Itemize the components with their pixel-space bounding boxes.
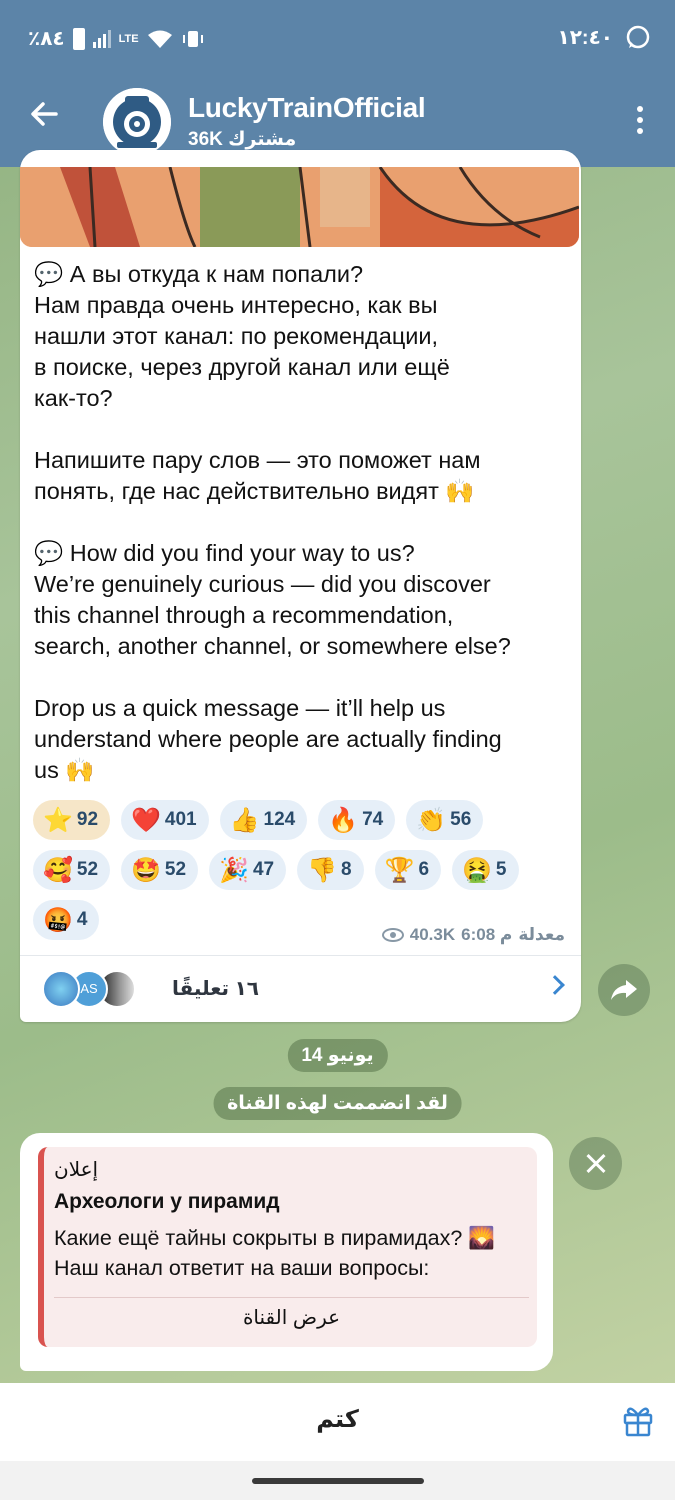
edited-label: معدلة <box>518 925 565 944</box>
date-pill: 14 يونيو <box>287 1039 388 1072</box>
commenter-avatar <box>42 970 80 1008</box>
ad-tag: إعلان <box>54 1159 99 1181</box>
post-text: 💬 А вы откуда к нам попали? Нам правда о… <box>34 259 564 786</box>
mute-button[interactable]: كتم <box>0 1405 675 1434</box>
share-icon <box>611 980 637 1000</box>
reaction-clap[interactable]: 👏 56 <box>406 800 484 840</box>
post-time: 6:08 م <box>461 925 513 944</box>
post-meta: 40.3K 6:08 م معدلة <box>381 925 565 945</box>
channel-avatar[interactable] <box>103 88 171 156</box>
vibrate-icon <box>182 30 203 47</box>
post-paragraph: 💬 How did you find your way to us? We’re… <box>34 540 511 659</box>
joined-notice: لقد انضممت لهذه القناة <box>213 1087 462 1120</box>
status-left: ٪٨٤ LTE <box>28 26 205 51</box>
divider <box>54 1297 529 1298</box>
gift-icon[interactable] <box>622 1403 654 1437</box>
comments-button[interactable]: AS ١٦ تعليقًا <box>42 966 565 1012</box>
battery-text: ٪٨٤ <box>28 28 65 50</box>
wifi-icon <box>147 30 172 48</box>
system-nav-bar <box>0 1461 675 1500</box>
battery-icon <box>72 27 85 50</box>
status-right: ١٢:٤٠ <box>558 24 652 50</box>
post-paragraph: Напишите пару слов — это поможет нам пон… <box>34 447 481 504</box>
close-ad-button[interactable] <box>569 1137 622 1190</box>
reaction-thumbs-up[interactable]: 👍 124 <box>219 800 308 840</box>
divider <box>20 955 581 956</box>
subscriber-count: 36K مشترك <box>188 129 297 150</box>
post-paragraph: 💬 А вы откуда к нам попали? Нам правда о… <box>34 261 450 411</box>
more-menu-icon[interactable] <box>635 106 645 138</box>
clock: ١٢:٤٠ <box>557 26 614 49</box>
reaction-love-face[interactable]: 🥰 52 <box>33 850 111 890</box>
reaction-vomit[interactable]: 🤮 5 <box>452 850 519 890</box>
reaction-angry[interactable]: 🤬 4 <box>33 900 100 940</box>
reaction-party[interactable]: 🎉 47 <box>209 850 287 890</box>
view-channel-button[interactable]: عرض القناة <box>54 1305 529 1330</box>
channel-title[interactable]: LuckyTrainOfficial <box>188 92 426 124</box>
view-count: 40.3K <box>409 925 456 944</box>
network-label: LTE <box>118 32 139 45</box>
share-button[interactable] <box>598 964 650 1016</box>
sponsored-message: إعلان Археологи у пирамид Какие ещё тайн… <box>20 1133 553 1371</box>
reaction-heart[interactable]: ❤️ 401 <box>121 800 209 840</box>
train-logo-icon <box>103 88 171 156</box>
reaction-thumbs-down[interactable]: 👎 8 <box>297 850 364 890</box>
back-arrow-icon[interactable] <box>26 96 62 132</box>
sponsored-card[interactable]: إعلان Археологи у пирамид Какие ещё тайн… <box>38 1147 537 1347</box>
channel-post: 💬 А вы откуда к нам попали? Нам правда о… <box>20 150 581 1022</box>
reaction-trophy[interactable]: 🏆 6 <box>374 850 442 890</box>
ad-text: Какие ещё тайны сокрыты в пирамидах? 🌄 Н… <box>54 1226 496 1280</box>
bottom-bar: كتم <box>0 1383 675 1461</box>
reaction-fire[interactable]: 🔥 74 <box>318 800 396 840</box>
post-illustration <box>20 167 579 247</box>
home-handle[interactable] <box>252 1478 424 1484</box>
whatsapp-icon <box>626 25 650 49</box>
post-paragraph: Drop us a quick message — it’ll help us … <box>34 695 502 783</box>
views-icon <box>381 928 404 942</box>
status-bar: ٪٨٤ LTE ١٢:٤٠ <box>0 0 675 76</box>
chevron-right-icon <box>545 975 565 995</box>
reaction-star-eyes[interactable]: 🤩 52 <box>121 850 199 890</box>
post-image[interactable] <box>20 167 579 247</box>
signal-icon <box>92 29 111 48</box>
ad-title: Археологи у пирамид <box>54 1190 280 1213</box>
reaction-star[interactable]: ⭐ 92 <box>33 800 111 840</box>
comments-label: ١٦ تعليقًا <box>172 978 260 1000</box>
